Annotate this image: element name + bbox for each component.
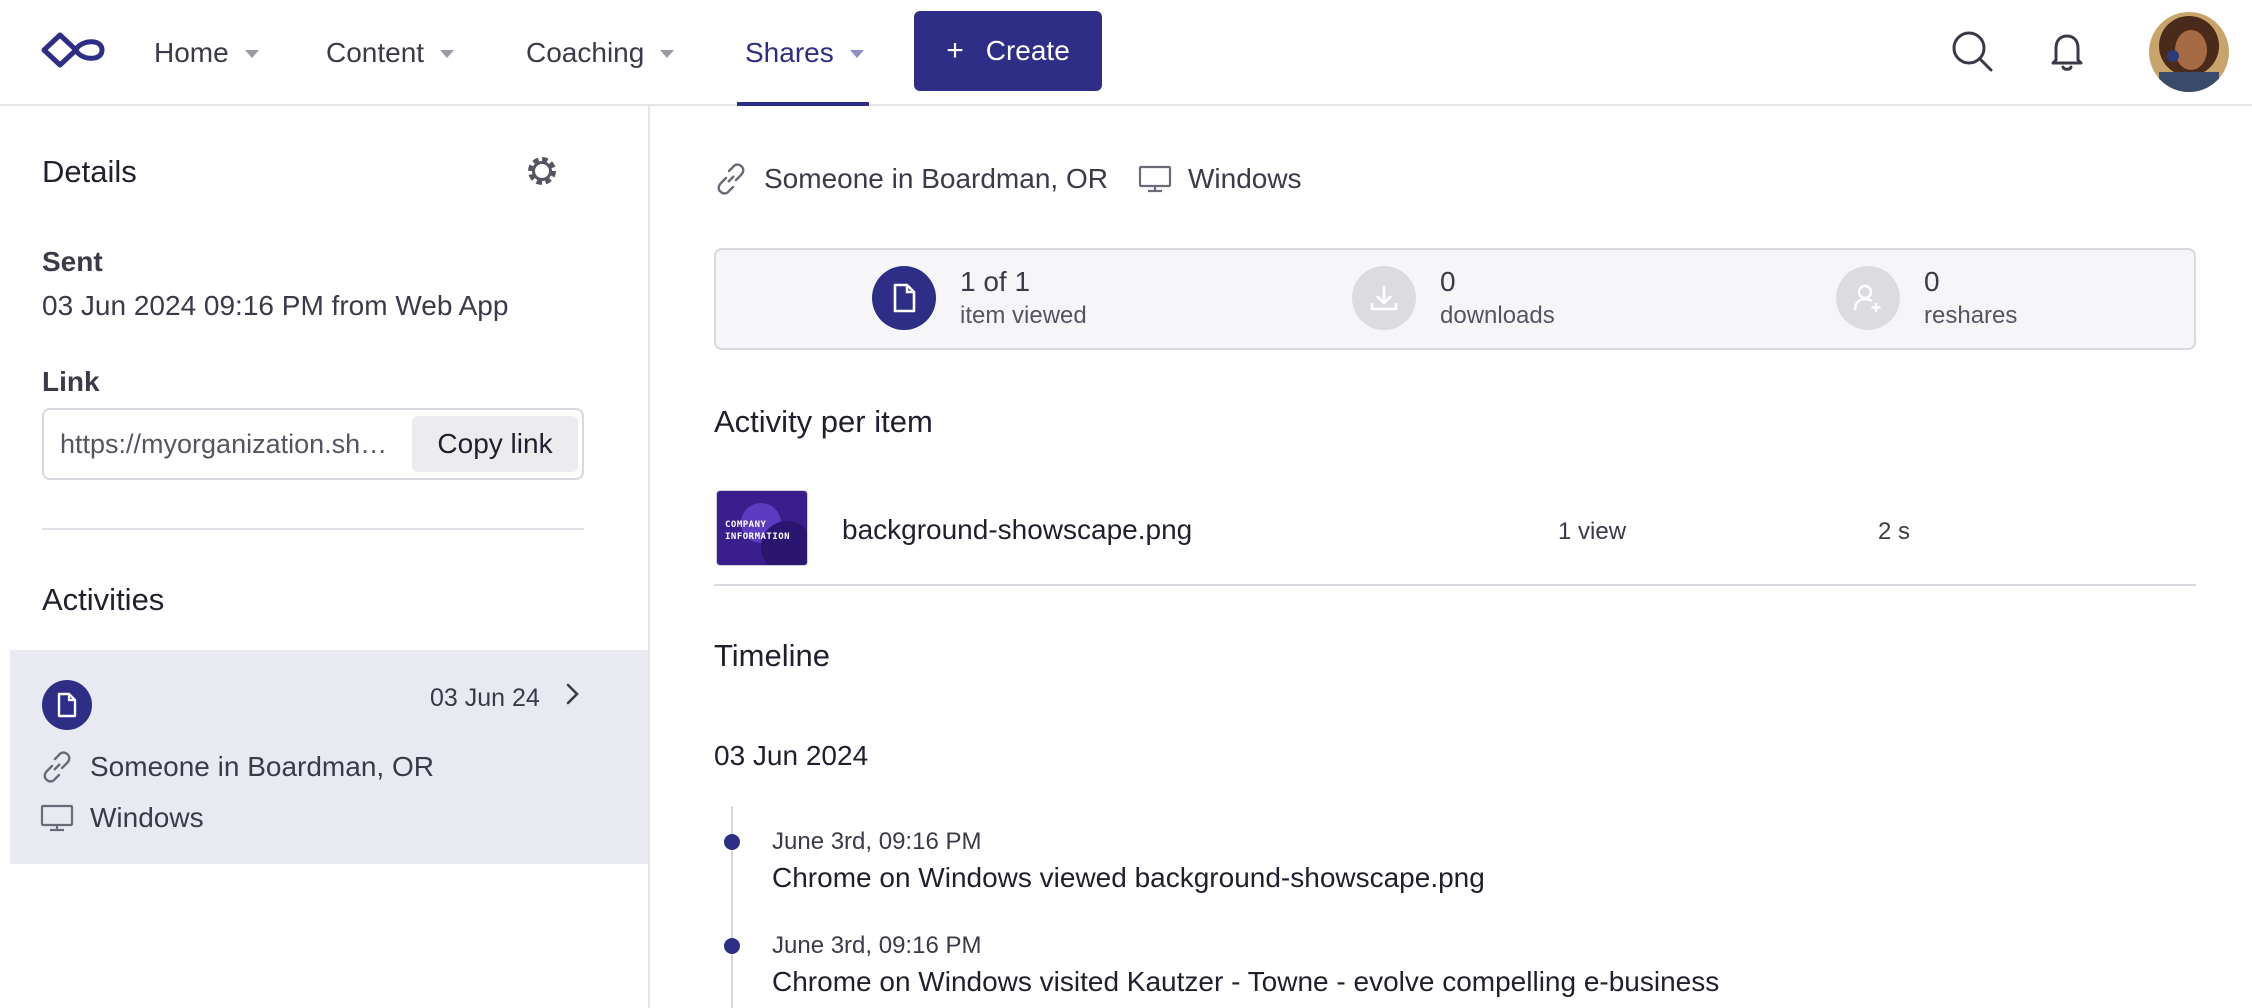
session-meta: Someone in Boardman, OR Windows — [714, 162, 1332, 196]
session-device-text: Windows — [1187, 163, 1302, 194]
section-divider — [42, 528, 584, 530]
notification-bell-icon[interactable] — [2044, 28, 2090, 74]
nav-home-label: Home — [154, 37, 229, 68]
list-item[interactable]: COMPANY INFORMATION background-showscape… — [714, 488, 2196, 586]
nav-content-label: Content — [326, 37, 425, 68]
nav-content[interactable]: Content — [326, 0, 455, 106]
timeline-event-text: Chrome on Windows visited Kautzer - Town… — [772, 966, 1720, 997]
stat-label: item viewed — [960, 302, 1087, 329]
timeline-dot — [724, 938, 740, 954]
session-location-text: Someone in Boardman, OR — [764, 163, 1108, 194]
timeline-date: 03 Jun 2024 — [714, 740, 869, 771]
chevron-down-icon — [849, 50, 864, 58]
chevron-down-icon — [244, 50, 259, 58]
gear-icon[interactable] — [523, 152, 561, 190]
item-filename: background-showscape.png — [842, 514, 1193, 545]
stat-value: 0 — [1440, 266, 1456, 297]
activity-per-item-heading: Activity per item — [714, 404, 933, 439]
stat-downloads: 0 downloads — [1352, 266, 1555, 330]
activity-location: Someone in Boardman, OR — [90, 751, 434, 782]
download-icon — [1352, 266, 1416, 330]
add-user-icon — [1836, 266, 1900, 330]
activity-device-row: Windows — [40, 802, 204, 834]
link-label: Link — [42, 366, 100, 397]
create-button[interactable]: + Create — [914, 11, 1102, 91]
timeline-event-time: June 3rd, 09:16 PM — [772, 932, 982, 959]
plus-icon: + — [946, 34, 964, 67]
details-heading: Details — [42, 154, 137, 189]
item-thumbnail: COMPANY INFORMATION — [716, 490, 808, 566]
stat-items-viewed: 1 of 1 item viewed — [872, 266, 1087, 330]
active-tab-indicator — [737, 102, 869, 106]
link-icon — [43, 751, 71, 783]
top-navigation-bar: Home Content Coaching Shares + Create — [0, 0, 2252, 106]
stat-value: 0 — [1924, 266, 1940, 297]
activity-location-row: Someone in Boardman, OR — [40, 750, 434, 784]
stat-label: reshares — [1924, 302, 2018, 329]
thumbnail-caption: COMPANY INFORMATION — [725, 520, 791, 542]
monitor-icon — [1138, 165, 1172, 193]
share-stats-panel: 1 of 1 item viewed 0 downloads 0 reshare… — [714, 248, 2196, 350]
user-avatar-image — [2149, 12, 2229, 92]
session-device: Windows — [1138, 163, 1302, 195]
session-location: Someone in Boardman, OR — [714, 162, 1108, 196]
timeline-event-text: Chrome on Windows viewed background-show… — [772, 862, 1485, 893]
sent-label: Sent — [42, 246, 103, 277]
details-sidebar: Details Sent 03 Jun 2024 09:16 PM from W… — [0, 106, 650, 1008]
activity-date: 03 Jun 24 — [430, 684, 540, 712]
stat-reshares: 0 reshares — [1836, 266, 2017, 330]
nav-coaching[interactable]: Coaching — [526, 0, 675, 106]
link-icon — [717, 163, 745, 195]
stat-value: 1 of 1 — [960, 266, 1031, 297]
chevron-down-icon — [660, 50, 675, 58]
copy-link-button[interactable]: Copy link — [412, 416, 578, 472]
activity-card[interactable]: 03 Jun 24 Someone in Boardman, OR Window… — [10, 650, 648, 864]
create-button-label: Create — [985, 35, 1070, 66]
item-views: 1 view — [1558, 518, 1627, 545]
avatar[interactable] — [2149, 12, 2229, 92]
monitor-icon — [40, 804, 74, 832]
sent-value: 03 Jun 2024 09:16 PM from Web App — [42, 290, 509, 321]
stat-label: downloads — [1440, 302, 1555, 329]
app-logo-icon[interactable] — [40, 30, 106, 70]
activity-device: Windows — [90, 802, 204, 833]
nav-shares-label: Shares — [745, 37, 834, 68]
chevron-down-icon — [440, 50, 455, 58]
search-icon[interactable] — [1949, 28, 1995, 74]
share-link-field: https://myorganization.showpad.com/share… — [42, 408, 584, 480]
item-view-time: 2 s — [1878, 518, 1911, 545]
timeline-event-time: June 3rd, 09:16 PM — [772, 828, 982, 855]
chevron-right-icon — [566, 683, 579, 705]
nav-coaching-label: Coaching — [526, 37, 645, 68]
document-icon — [872, 266, 936, 330]
activities-heading: Activities — [42, 582, 165, 617]
timeline-dot — [724, 834, 740, 850]
timeline-heading: Timeline — [714, 638, 830, 673]
nav-home[interactable]: Home — [154, 0, 259, 106]
nav-shares[interactable]: Shares — [745, 0, 864, 106]
document-icon — [42, 680, 92, 730]
share-link-url[interactable]: https://myorganization.showpad.com/share… — [60, 410, 400, 478]
